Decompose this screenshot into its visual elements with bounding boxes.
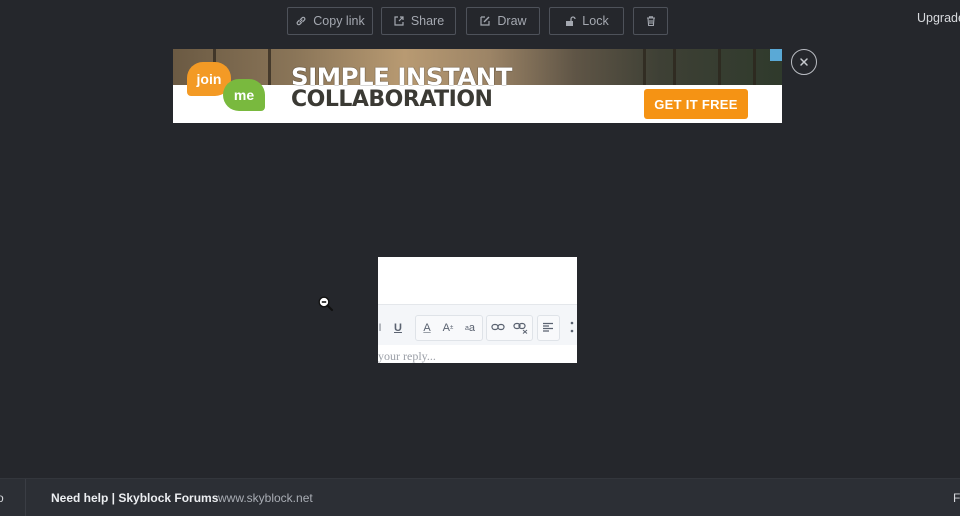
upgrade-link[interactable]: Upgrade [917, 11, 960, 25]
text-color-icon: A [423, 322, 431, 334]
lock-label: Lock [582, 14, 609, 28]
zoom-out-cursor-icon [318, 296, 334, 312]
footer-page-title[interactable]: Need help | Skyblock Forums [51, 491, 218, 505]
footer-left-panel[interactable]: o [0, 479, 26, 516]
text-case-icon: aa [464, 322, 476, 334]
share-label: Share [410, 14, 445, 28]
copy-link-button[interactable]: Copy link [287, 7, 373, 35]
footer-page-url[interactable]: www.skyblock.net [218, 491, 313, 505]
footer-left-fragment: o [0, 491, 4, 505]
unlock-icon [566, 16, 576, 26]
ad-cta-button[interactable]: GET IT FREE [644, 89, 748, 119]
more-options-icon [570, 321, 574, 333]
share-icon [394, 16, 404, 26]
ad-logo-me: me [223, 79, 265, 111]
ad-banner[interactable]: join me SIMPLE INSTANT COLLABORATION GET… [173, 49, 782, 123]
viewer-root: Copy link Share Draw Lock Upgrade [0, 0, 960, 516]
ad-close-button[interactable] [791, 49, 817, 75]
reply-placeholder: your reply... [378, 349, 436, 363]
copy-link-label: Copy link [313, 14, 365, 28]
footer-bar: o Need help | Skyblock Forums www.skyblo… [0, 478, 960, 516]
unlink-icon [513, 322, 528, 334]
italic-fragment: I [378, 322, 382, 334]
draw-label: Draw [497, 14, 527, 28]
delete-button[interactable] [633, 7, 668, 35]
share-button[interactable]: Share [381, 7, 456, 35]
screenshot-image: I U A A ± aa your reply... [378, 257, 577, 363]
font-size-icon: A ± [442, 322, 454, 334]
footer-right-fragment[interactable]: F [953, 491, 960, 505]
ad-headline-2: COLLABORATION [291, 87, 493, 112]
insert-link-icon [491, 323, 505, 331]
pencil-icon [480, 16, 491, 26]
close-icon [800, 58, 808, 66]
trash-icon [646, 16, 655, 27]
ad-choices-icon[interactable] [770, 49, 782, 61]
draw-button[interactable]: Draw [466, 7, 540, 35]
link-icon [296, 16, 306, 26]
underline-button: U [394, 322, 402, 334]
lock-button[interactable]: Lock [549, 7, 624, 35]
align-left-icon [543, 322, 553, 332]
